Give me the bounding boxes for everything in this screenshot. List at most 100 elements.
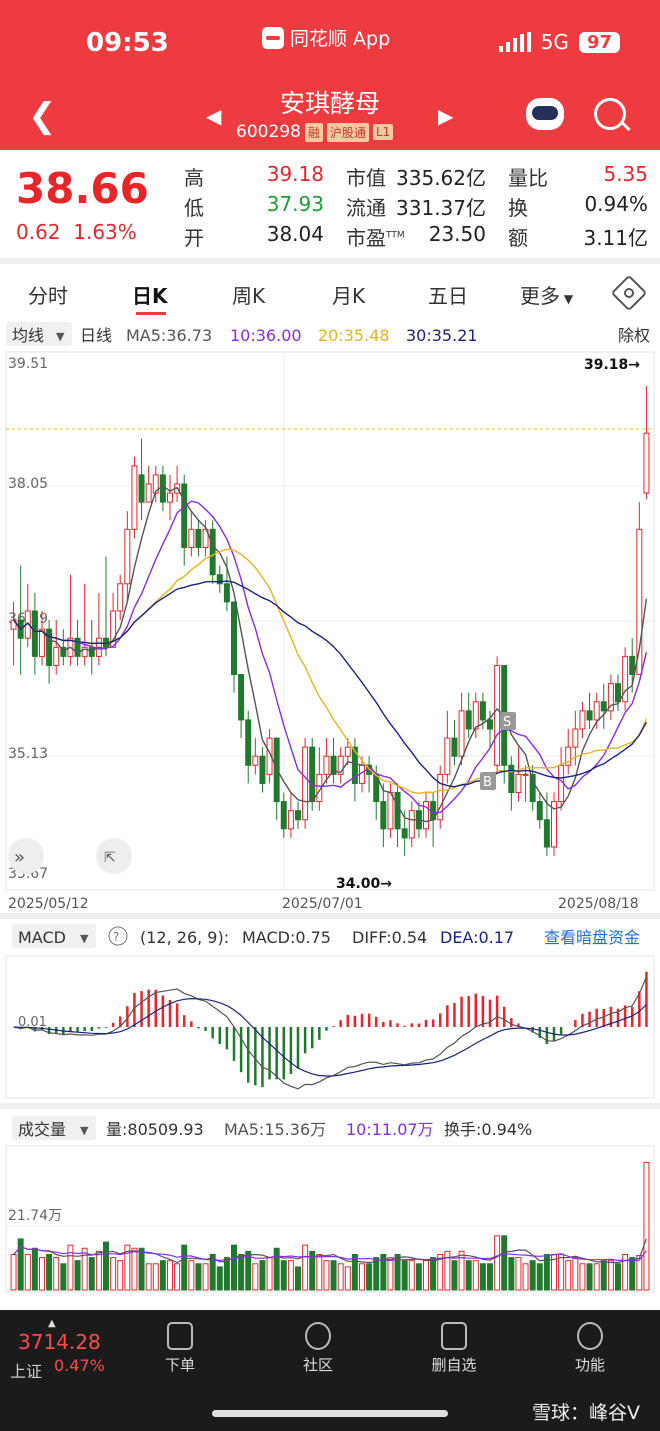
candle-body — [167, 492, 173, 503]
candle-body — [302, 746, 309, 821]
candle-body — [579, 710, 586, 730]
nav-order[interactable]: 下单 — [140, 1322, 220, 1375]
pe-value: 23.50 — [428, 222, 486, 246]
watermark: 雪球：峰谷V — [532, 1402, 640, 1424]
tab-intraday[interactable]: 分时 — [28, 280, 68, 309]
volume-bar — [88, 1257, 95, 1291]
candle-body — [380, 801, 387, 830]
nav-order-label: 下单 — [164, 1356, 195, 1374]
chevron-down-icon: ▼ — [560, 292, 574, 306]
tab-five-day[interactable]: 五日 — [428, 280, 468, 309]
candle-body — [138, 474, 145, 503]
tab-weekly-k[interactable]: 周K — [232, 280, 265, 309]
volume-bar — [24, 1253, 31, 1291]
volume-bar — [430, 1257, 437, 1291]
menu-icon — [577, 1322, 603, 1350]
volume-bar — [287, 1260, 294, 1291]
community-star-icon — [305, 1322, 331, 1350]
tab-daily-k[interactable]: 日K — [132, 280, 168, 309]
volume-bar — [252, 1263, 259, 1291]
double-chevron-icon: » — [14, 847, 25, 868]
volume-bar — [615, 1263, 621, 1291]
volume-bar — [302, 1244, 309, 1291]
volume-bar — [10, 1253, 17, 1291]
nav-remove-watchlist[interactable]: 删自选 — [414, 1322, 494, 1375]
candle-body — [572, 728, 579, 748]
mcap-label: 市值 — [346, 166, 386, 190]
candle-body — [444, 737, 451, 775]
volume-bar — [323, 1260, 330, 1291]
volume-bar — [238, 1253, 245, 1291]
volume-bar — [259, 1260, 266, 1291]
kline-chart[interactable]: 均线 ▼ 日线 MA5:36.73 10:36.00 20:35.48 30:3… — [0, 316, 660, 1308]
open-label: 开 — [184, 226, 204, 250]
volume-bar — [195, 1263, 202, 1291]
diff-value: DIFF:0.54 — [352, 928, 427, 947]
candle-body — [245, 719, 252, 766]
volume-bar — [110, 1257, 117, 1291]
min-price-label: 34.00→ — [336, 876, 392, 892]
assistant-robot-icon[interactable] — [526, 98, 564, 130]
volume-label: 成交量 — [18, 1120, 66, 1139]
volume-ma5: MA5:15.36万 — [224, 1120, 326, 1139]
chevron-down-icon: ▼ — [80, 1124, 89, 1137]
indicator-type: 均线 — [12, 326, 44, 345]
y-tick-label: 38.05 — [8, 476, 48, 492]
macd-label: MACD — [18, 928, 66, 947]
volume-bar — [494, 1235, 501, 1291]
candle-body — [181, 483, 188, 548]
volume-bar — [31, 1247, 38, 1291]
search-icon[interactable] — [594, 98, 626, 130]
section-divider — [0, 258, 660, 264]
fullscreen-icon: ⇱ — [104, 850, 116, 866]
app-title-text: 同花顺 App — [290, 28, 391, 50]
adjust-toggle[interactable]: 除权 — [618, 326, 650, 345]
candle-body — [195, 528, 202, 548]
index-value[interactable]: 3714.28 — [18, 1330, 101, 1354]
turnover-label: 换 — [508, 196, 528, 220]
nav-community[interactable]: 社区 — [278, 1322, 358, 1375]
volume-bar — [223, 1257, 230, 1291]
candle-body — [231, 601, 237, 676]
x-tick-label: 2025/07/01 — [282, 896, 363, 912]
candle-body — [629, 655, 636, 676]
candle-body — [615, 683, 621, 703]
index-up-arrow-icon: ▲ — [48, 1318, 56, 1329]
volume-bar — [558, 1253, 565, 1291]
volume-bar — [572, 1257, 579, 1291]
dark-pool-link[interactable]: 查看暗盘资金 — [544, 928, 640, 947]
quote-panel: 38.66 0.62 1.63% 高 39.18 低 37.93 开 38.04… — [0, 150, 660, 258]
nav-community-label: 社区 — [302, 1356, 333, 1374]
volume-bar — [479, 1263, 486, 1291]
candle-body — [515, 773, 522, 794]
candle-body — [188, 528, 195, 548]
remove-watchlist-icon — [441, 1322, 467, 1350]
volume-bar — [451, 1260, 458, 1291]
active-tab-indicator — [136, 312, 166, 315]
volume-bar — [522, 1263, 529, 1291]
next-stock-icon[interactable]: ▶ — [438, 104, 453, 128]
app-header: 09:53 同花顺 App 5G 97 ❮ ◀ 安琪酵母 ▶ 600298 融 … — [0, 0, 660, 150]
tab-more[interactable]: 更多 ▼ — [520, 280, 573, 309]
candle-body — [636, 528, 643, 676]
candle-body — [423, 801, 429, 830]
level-tag: L1 — [372, 124, 394, 140]
candle-body — [522, 773, 529, 776]
volume-bar — [501, 1235, 508, 1291]
candle-body — [31, 610, 38, 657]
low-value: 37.93 — [266, 192, 324, 216]
volume-bar — [174, 1263, 181, 1291]
candle-body — [487, 719, 493, 730]
margin-tag: 融 — [304, 122, 323, 142]
volume-bar — [117, 1260, 124, 1291]
tab-monthly-k[interactable]: 月K — [332, 280, 365, 309]
ma5-label: MA5:36.73 — [126, 326, 212, 345]
volume-bar — [629, 1257, 636, 1291]
volume-bar — [152, 1263, 159, 1291]
low-label: 低 — [184, 196, 204, 220]
home-indicator — [212, 1410, 448, 1417]
amount-value: 3.11亿 — [583, 226, 648, 250]
candle-body — [465, 710, 472, 730]
candle-body — [287, 810, 294, 830]
nav-functions[interactable]: 功能 — [550, 1322, 630, 1375]
